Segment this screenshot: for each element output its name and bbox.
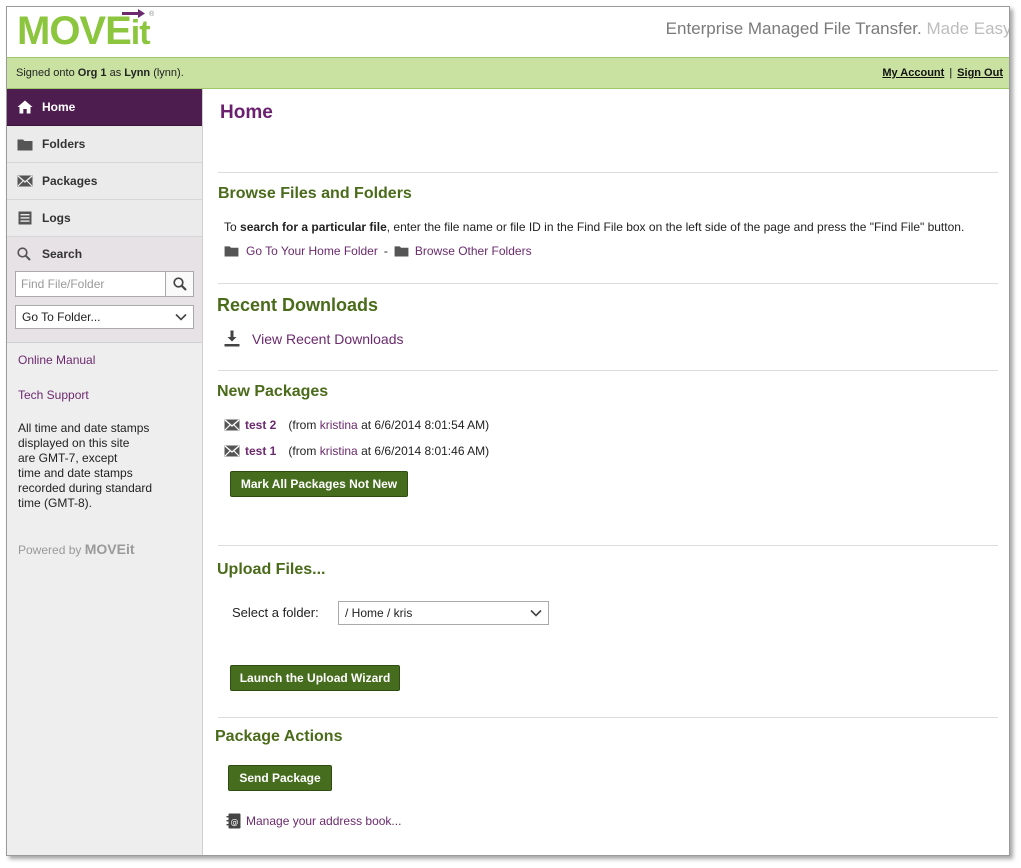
main-content: Home Browse Files and Folders To search … [204,89,1009,855]
upload-folder-value: / Home / kris [345,606,413,620]
sidebar-item-logs[interactable]: Logs [7,200,202,237]
folder-icon [394,246,409,257]
divider [218,172,998,173]
user-bar: Signed onto Org 1 as Lynn (lynn). My Acc… [7,57,1009,89]
sidebar-item-packages[interactable]: Packages [7,163,202,200]
tagline-easy: Made Easy. [926,19,1010,38]
timezone-note: All time and date stamps displayed on th… [18,421,153,510]
logo-text: MOVE [17,9,132,53]
package-name-link[interactable]: test 2 [245,418,276,432]
search-label: Search [42,247,83,261]
divider [218,283,998,284]
upload-folder-select[interactable]: / Home / kris [338,601,549,625]
divider [218,370,998,371]
sidebar-links: Online Manual Tech Support All time and … [7,343,202,557]
moveit-logo: MOVEit ® [17,9,154,54]
powered-by-logo: MOVEit [84,541,135,557]
package-actions-section-title: Package Actions [215,728,343,745]
other-folders-link[interactable]: Browse Other Folders [415,244,532,258]
folder-icon [17,137,33,151]
select-folder-label: Select a folder: [232,605,319,620]
manage-address-book-link[interactable]: Manage your address book... [246,814,401,828]
envelope-icon [17,174,33,188]
account-links: My Account | Sign Out [882,67,1003,79]
sidebar-item-label: Packages [42,174,98,188]
sign-out-link[interactable]: Sign Out [957,67,1003,79]
download-icon [224,330,240,347]
view-downloads-link[interactable]: View Recent Downloads [252,331,404,347]
browse-section-title: Browse Files and Folders [218,185,412,202]
tech-support-link[interactable]: Tech Support [18,388,191,402]
my-account-link[interactable]: My Account [882,67,944,79]
tagline-main: Enterprise Managed File Transfer. [665,19,922,38]
search-heading: Search [15,237,194,271]
log-icon [17,211,33,225]
chevron-down-icon [175,313,187,321]
user-login: (lynn). [153,67,184,79]
page-title: Home [220,102,273,123]
org-name: Org 1 [77,67,107,79]
sidebar-item-label: Folders [42,137,86,151]
find-file-row [15,271,194,297]
sidebar: Home Folders Packages Logs Search Find F… [7,89,203,855]
folder-icon [224,246,239,257]
envelope-icon [224,419,240,431]
divider [218,545,998,546]
home-folder-link[interactable]: Go To Your Home Folder [246,244,378,258]
svg-text:@: @ [231,817,239,826]
address-book-icon: @ [226,813,241,829]
mark-packages-not-new-button[interactable]: Mark All Packages Not New [230,471,408,497]
send-package-button[interactable]: Send Package [228,765,332,791]
sidebar-item-label: Logs [42,211,71,225]
package-sender-link[interactable]: kristina [320,444,358,458]
package-row[interactable]: test 1 (from kristina at 6/6/2014 8:01:4… [224,444,489,458]
search-panel: Search Go To Folder... [7,237,202,343]
logo-it-text: it [130,14,151,52]
go-to-folder-select[interactable]: Go To Folder... [15,305,194,329]
sidebar-item-home[interactable]: Home [7,89,202,126]
downloads-row: View Recent Downloads [224,330,404,347]
package-row[interactable]: test 2 (from kristina at 6/6/2014 8:01:5… [224,418,489,432]
online-manual-link[interactable]: Online Manual [18,353,191,367]
address-book-row: @ Manage your address book... [226,813,401,829]
search-icon [17,247,33,261]
sidebar-item-label: Home [42,100,76,114]
go-to-folder-value: Go To Folder... [22,310,101,324]
envelope-icon [224,445,240,457]
upload-section-title: Upload Files... [217,561,326,578]
chevron-down-icon [530,609,542,617]
magnifier-icon [172,277,187,291]
find-file-button[interactable] [166,271,194,297]
downloads-section-title: Recent Downloads [217,295,379,315]
sidebar-item-folders[interactable]: Folders [7,126,202,163]
launch-upload-wizard-button[interactable]: Launch the Upload Wizard [230,665,400,691]
user-name: Lynn [124,67,151,79]
packages-section-title: New Packages [217,383,329,400]
divider [218,717,998,718]
browse-instructions: To search for a particular file, enter t… [224,220,965,234]
tagline: Enterprise Managed File Transfer. Made E… [665,19,1010,39]
registered-mark-icon: ® [149,11,154,18]
header: MOVEit ® Enterprise Managed File Transfe… [7,7,1010,57]
app-window: MOVEit ® Enterprise Managed File Transfe… [6,6,1010,856]
logo-arrow-icon [122,9,145,18]
powered-by: Powered by MOVEit [18,541,135,557]
package-name-link[interactable]: test 1 [245,444,276,458]
signed-on-text: Signed onto Org 1 as Lynn (lynn). [16,67,184,79]
find-file-input[interactable] [15,271,166,297]
package-sender-link[interactable]: kristina [320,418,358,432]
home-icon [17,100,33,114]
browse-links-row: Go To Your Home Folder - Browse Other Fo… [224,244,532,258]
